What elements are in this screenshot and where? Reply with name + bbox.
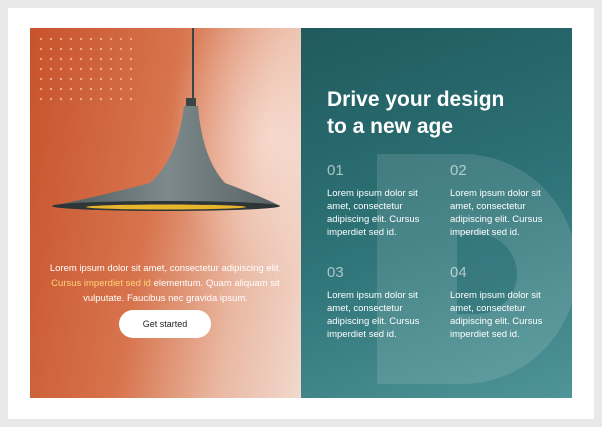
dot-pattern bbox=[36, 34, 136, 104]
page-title: Drive your design to a new age bbox=[327, 88, 505, 138]
pendant-lamp-image bbox=[52, 98, 280, 211]
feature-04: 04 Lorem ipsum dolor sit amet, consectet… bbox=[450, 264, 543, 340]
feature-03: 03 Lorem ipsum dolor sit amet, consectet… bbox=[327, 264, 420, 340]
feature-02: 02 Lorem ipsum dolor sit amet, consectet… bbox=[450, 162, 543, 238]
features-right-panel: Drive your design to a new age 01 Lorem … bbox=[301, 28, 572, 398]
feature-01: 01 Lorem ipsum dolor sit amet, consectet… bbox=[327, 162, 420, 238]
hero-left-panel: Lorem ipsum dolor sit amet, consectetur … bbox=[30, 28, 301, 398]
highlighted-text: Cursus imperdiet sed id bbox=[51, 277, 151, 289]
hero-description: Lorem ipsum dolor sit amet, consectetur … bbox=[49, 262, 282, 304]
get-started-button[interactable]: Get started bbox=[119, 310, 211, 338]
lamp-cord bbox=[192, 28, 194, 100]
